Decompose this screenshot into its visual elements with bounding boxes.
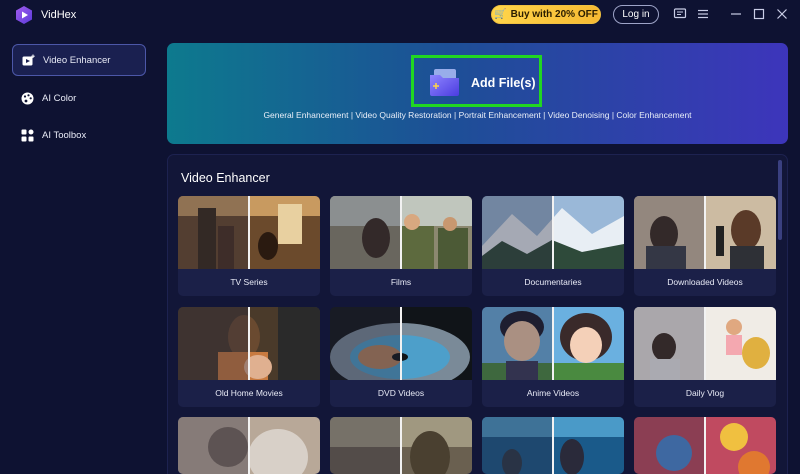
compare-divider [704,196,706,269]
card-row3-1[interactable] [178,417,320,474]
card-label: TV Series [230,277,268,287]
card-films[interactable]: Films [330,196,472,296]
before-overlay [178,196,248,269]
card-label: Anime Videos [526,388,580,398]
login-button[interactable]: Log in [613,5,659,24]
card-downloaded-videos[interactable]: Downloaded Videos [634,196,776,296]
feedback-icon[interactable] [673,7,687,21]
toolbox-grid-icon [21,129,34,141]
card-row3-4[interactable] [634,417,776,474]
compare-divider [552,196,554,269]
card-tv-series[interactable]: TV Series [178,196,320,296]
card-daily-vlog[interactable]: Daily Vlog [634,307,776,407]
compare-divider [400,196,402,269]
card-label: Downloaded Videos [667,277,743,287]
before-overlay [482,196,552,269]
before-overlay [330,307,400,380]
before-overlay [482,417,552,474]
card-label: Old Home Movies [215,388,283,398]
sidebar: Video Enhancer AI Color AI Toolbox [0,32,160,474]
compare-divider [704,307,706,380]
sidebar-item-label: Video Enhancer [43,54,111,66]
scrollbar[interactable] [778,160,782,240]
palette-icon [21,92,34,104]
close-icon[interactable] [775,7,789,21]
compare-divider [248,417,250,474]
compare-divider [400,417,402,474]
before-overlay [482,307,552,380]
before-overlay [634,417,704,474]
card-documentaries[interactable]: Documentaries [482,196,624,296]
minimize-icon[interactable] [729,7,743,21]
title-bar: VidHex 🛒 Buy with 20% OFF Log in [0,0,800,32]
compare-divider [248,196,250,269]
before-overlay [178,417,248,474]
card-label: Daily Vlog [685,388,725,398]
section-title: Video Enhancer [181,171,270,185]
sidebar-item-label: AI Color [42,92,77,104]
compare-divider [552,417,554,474]
vidhex-logo-icon [16,6,32,24]
sidebar-item-ai-color[interactable]: AI Color [12,82,146,114]
video-plus-icon [22,54,35,65]
before-overlay [634,196,704,269]
compare-divider [248,307,250,380]
compare-divider [704,417,706,474]
feature-list: General Enhancement | Video Quality Rest… [263,110,692,120]
app-name: VidHex [41,9,77,21]
sidebar-item-video-enhancer[interactable]: Video Enhancer [12,44,146,76]
maximize-icon[interactable] [752,7,766,21]
before-overlay [178,307,248,380]
compare-divider [552,307,554,380]
card-row3-2[interactable] [330,417,472,474]
cart-icon: 🛒 [494,9,507,20]
before-overlay [330,196,400,269]
card-label: Documentaries [524,277,582,287]
compare-divider [400,307,402,380]
card-row3-3[interactable] [482,417,624,474]
card-old-home-movies[interactable]: Old Home Movies [178,307,320,407]
card-label: DVD Videos [377,388,425,398]
add-file-folder-icon[interactable] [428,66,462,98]
card-dvd-videos[interactable]: DVD Videos [330,307,472,407]
card-anime-videos[interactable]: Anime Videos [482,307,624,407]
sidebar-item-label: AI Toolbox [42,129,87,141]
before-overlay [330,417,400,474]
menu-icon[interactable] [696,7,710,21]
add-file-label[interactable]: Add File(s) [471,76,536,90]
card-label: Films [390,277,412,287]
sidebar-item-ai-toolbox[interactable]: AI Toolbox [12,119,146,151]
buy-label: Buy with 20% OFF [510,9,598,20]
before-overlay [634,307,704,380]
buy-discount-button[interactable]: 🛒 Buy with 20% OFF [491,5,601,24]
